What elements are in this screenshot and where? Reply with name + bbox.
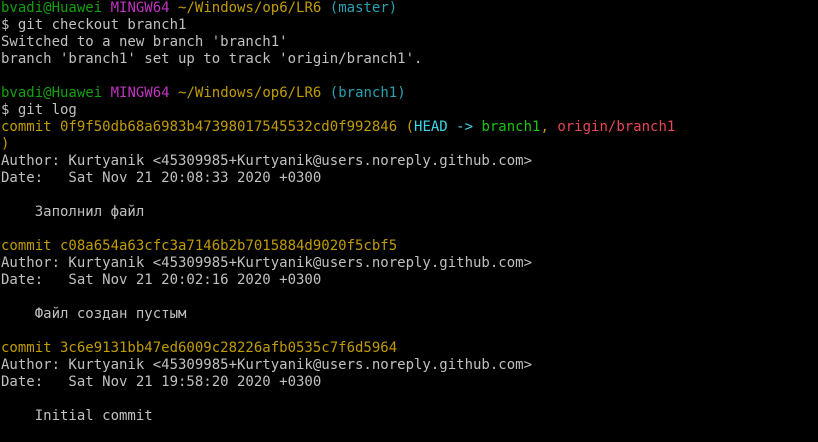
- terminal-line: Date: Sat Nov 21 20:02:16 2020 +0300: [1, 272, 818, 289]
- terminal-text-segment: Date: Sat Nov 21 19:58:20 2020 +0300: [1, 374, 322, 390]
- terminal-line: Initial commit: [1, 408, 818, 425]
- terminal-text-segment: Date: Sat Nov 21 20:08:33 2020 +0300: [1, 170, 322, 186]
- terminal-text-segment: ,: [540, 119, 558, 135]
- terminal-text-segment: Date: Sat Nov 21 20:02:16 2020 +0300: [1, 272, 322, 288]
- terminal-text-segment: Switched to a new branch 'branch1': [1, 34, 288, 50]
- terminal-line: commit 3c6e9131bb47ed6009c28226afb0535c7…: [1, 340, 818, 357]
- terminal-text-segment: (branch1): [329, 85, 406, 101]
- terminal-text-segment: ~/Windows/op6/LR6: [178, 0, 322, 16]
- terminal-text-segment: Author: Kurtyanik <45309985+Kurtyanik@us…: [1, 357, 533, 373]
- terminal-line: bvadi@Huawei MINGW64 ~/Windows/op6/LR6 (…: [1, 0, 818, 17]
- terminal-text-segment: commit 0f9f50db68a6983b47398017545532cd0…: [1, 119, 406, 135]
- terminal-line: Файл создан пустым: [1, 306, 818, 323]
- terminal-text-segment: Файл создан пустым: [1, 306, 187, 322]
- terminal-line: branch 'branch1' set up to track 'origin…: [1, 51, 818, 68]
- terminal-text-segment: branch 'branch1' set up to track 'origin…: [1, 51, 423, 67]
- terminal-line: bvadi@Huawei MINGW64 ~/Windows/op6/LR6 (…: [1, 85, 818, 102]
- terminal-line: $ git log: [1, 102, 818, 119]
- terminal-text-segment: (master): [329, 0, 398, 16]
- terminal-line: Author: Kurtyanik <45309985+Kurtyanik@us…: [1, 153, 818, 170]
- terminal-text-segment: bvadi@Huawei: [1, 0, 103, 16]
- terminal-line: Date: Sat Nov 21 19:58:20 2020 +0300: [1, 374, 818, 391]
- terminal-text-segment: $ git log: [1, 102, 77, 118]
- terminal-text-segment: $ git checkout branch1: [1, 17, 187, 33]
- terminal-text-segment: bvadi@Huawei: [1, 85, 103, 101]
- terminal-text-segment: ~/Windows/op6/LR6: [178, 85, 322, 101]
- terminal-text-segment: HEAD ->: [414, 119, 482, 135]
- terminal-line: Author: Kurtyanik <45309985+Kurtyanik@us…: [1, 255, 818, 272]
- terminal-text-segment: MINGW64: [110, 0, 170, 16]
- terminal-text-segment: Author: Kurtyanik <45309985+Kurtyanik@us…: [1, 255, 533, 271]
- terminal-line: commit 0f9f50db68a6983b47398017545532cd0…: [1, 119, 818, 136]
- terminal-text-segment: origin/branch1: [557, 119, 676, 135]
- terminal-text-segment: commit c08a654a63cfc3a7146b2b7015884d902…: [1, 238, 398, 254]
- terminal-line: Date: Sat Nov 21 20:08:33 2020 +0300: [1, 170, 818, 187]
- terminal-output[interactable]: bvadi@Huawei MINGW64 ~/Windows/op6/LR6 (…: [0, 0, 818, 425]
- terminal-text-segment: (: [405, 119, 415, 135]
- terminal-line: Заполнил файл: [1, 204, 818, 221]
- terminal-line: ): [1, 136, 818, 153]
- terminal-line: Author: Kurtyanik <45309985+Kurtyanik@us…: [1, 357, 818, 374]
- terminal-text-segment: Author: Kurtyanik <45309985+Kurtyanik@us…: [1, 153, 533, 169]
- terminal-text-segment: commit 3c6e9131bb47ed6009c28226afb0535c7…: [1, 340, 398, 356]
- terminal-line: commit c08a654a63cfc3a7146b2b7015884d902…: [1, 238, 818, 255]
- terminal-line: Switched to a new branch 'branch1': [1, 34, 818, 51]
- terminal-text-segment: Initial commit: [1, 408, 153, 424]
- terminal-text-segment: Заполнил файл: [1, 204, 145, 220]
- terminal-text-segment: branch1: [481, 119, 541, 135]
- terminal-line: $ git checkout branch1: [1, 17, 818, 34]
- terminal-text-segment: MINGW64: [110, 85, 170, 101]
- terminal-text-segment: ): [1, 136, 10, 152]
